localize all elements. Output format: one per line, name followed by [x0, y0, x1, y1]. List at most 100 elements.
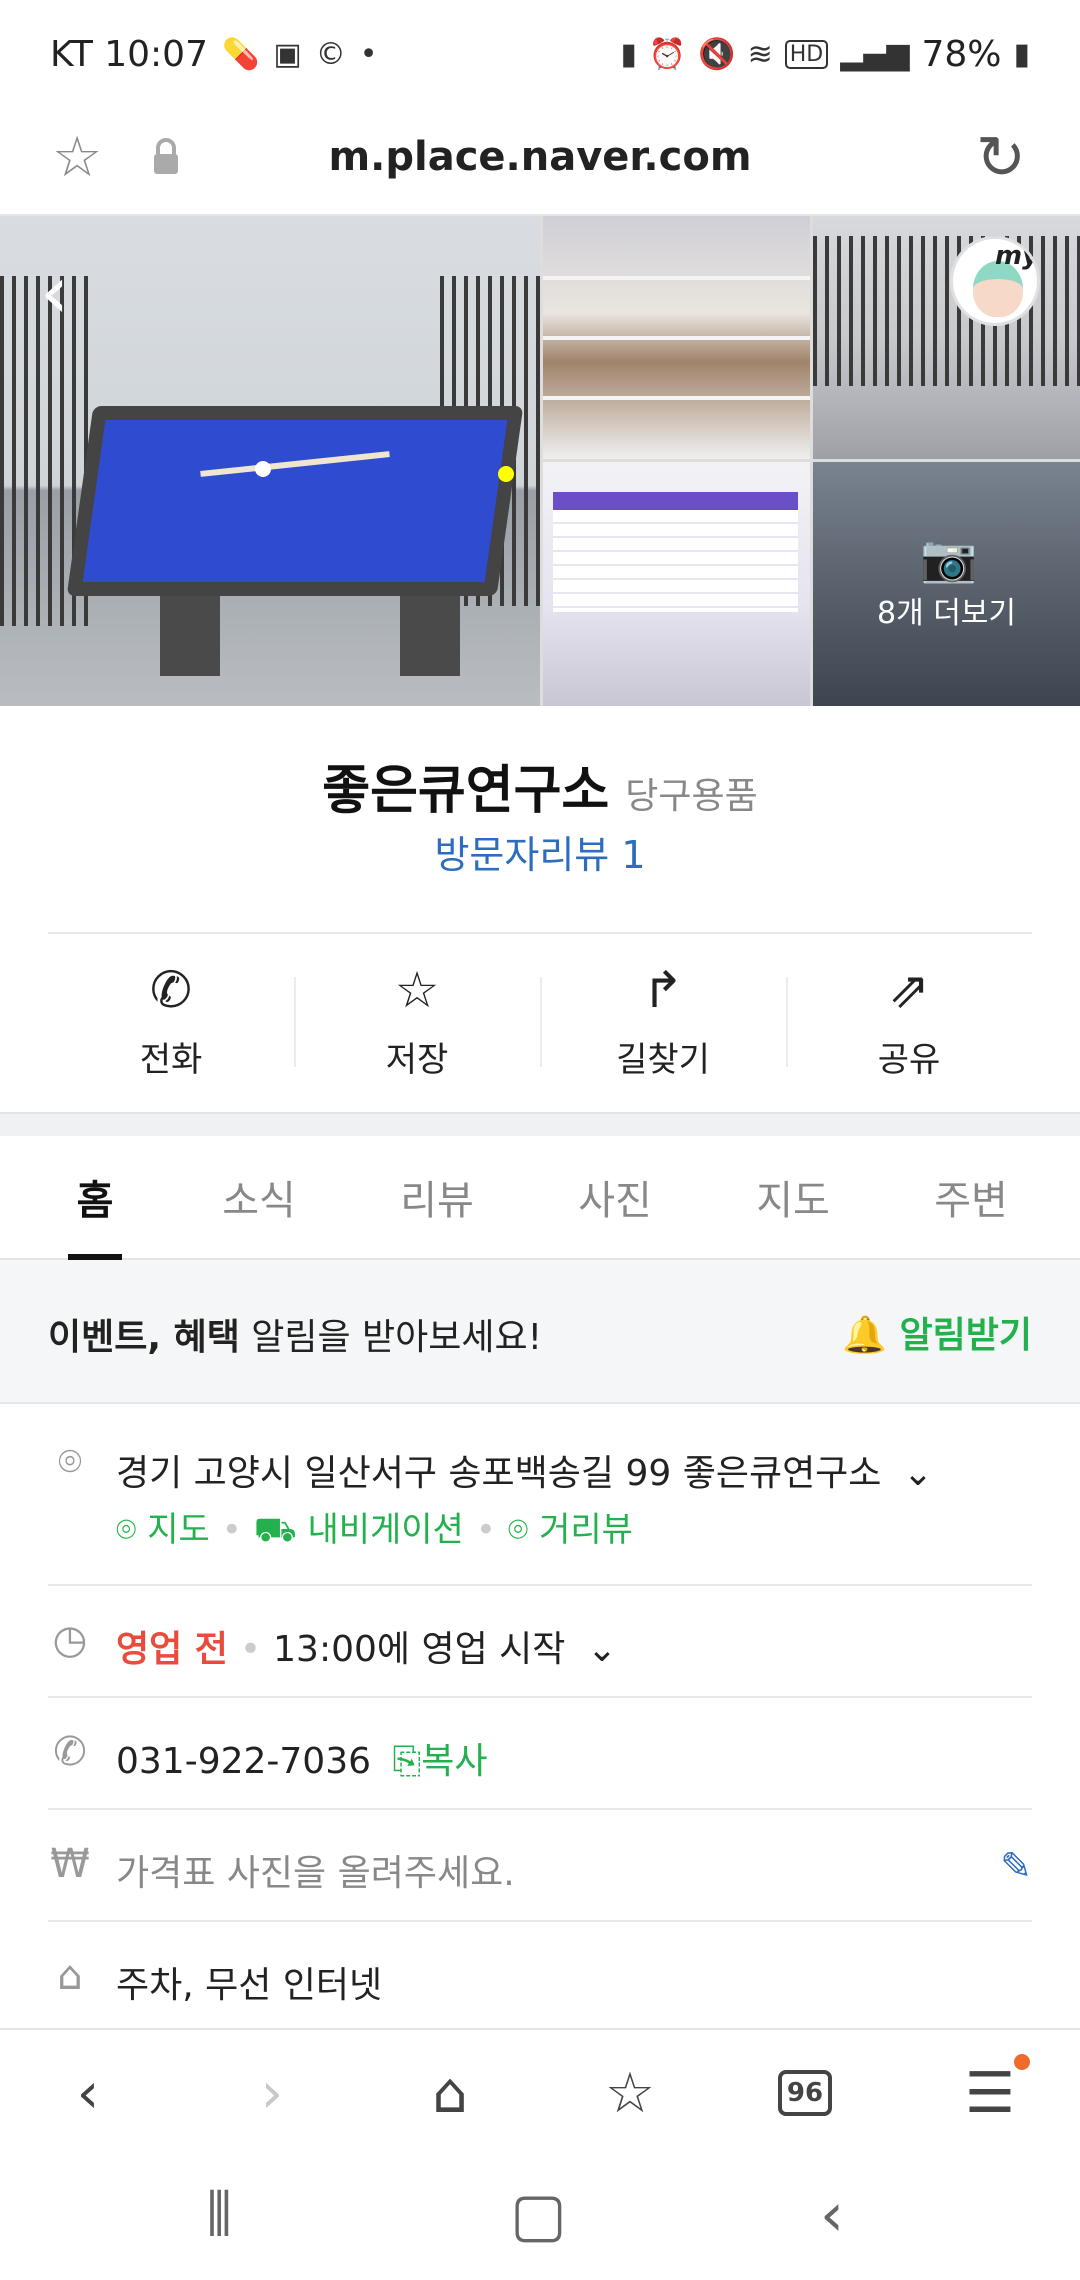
amenities-text: 주차, 무선 인터넷: [116, 1965, 383, 2006]
phone-number[interactable]: 031-922-7036: [116, 1741, 371, 1782]
phone-outline-icon: ✆: [53, 1729, 87, 1775]
action-label: 저장: [385, 1040, 449, 1080]
tab-bar: 홈 소식 리뷰 사진 지도 주변: [0, 1136, 1080, 1260]
price-sheet: [553, 492, 798, 612]
shelf-line: [543, 336, 810, 340]
separator-dot: •: [221, 1510, 242, 1550]
action-label: 길찾기: [616, 1040, 710, 1080]
notification-dot: [1014, 2054, 1030, 2070]
cue-ball: [255, 461, 271, 477]
recent-apps-icon[interactable]: ⦀: [206, 2180, 232, 2250]
subscribe-alert-button[interactable]: 🔔 알림받기: [842, 1306, 1032, 1358]
place-header: 좋은큐연구소 당구용품 방문자리뷰 1: [0, 706, 1080, 932]
browser-forward-icon[interactable]: ›: [232, 2062, 312, 2126]
amenities-row: ⌂ 주차, 무선 인터넷: [0, 1922, 1080, 2028]
gallery-photo-4[interactable]: [543, 462, 810, 706]
more-photos-button[interactable]: 8개 더보기: [813, 588, 1080, 632]
chevron-down-icon: ⌄: [586, 1629, 617, 1670]
address-row: ⌾ 경기 고양시 일산서구 송포백송길 99 좋은큐연구소 ⌄ ⌾ 지도 • ⛟ 내…: [0, 1404, 1080, 1586]
map-pin-icon: ⌾: [116, 1510, 137, 1550]
back-arrow-icon[interactable]: ‹: [40, 256, 69, 328]
billiard-table: [66, 406, 524, 596]
tab-news[interactable]: 소식: [184, 1168, 334, 1226]
bookmarks-icon[interactable]: ☆: [590, 2062, 670, 2126]
place-category: 당구용품: [625, 776, 758, 817]
mute-icon: 🔇: [698, 36, 736, 72]
action-bar: ✆ 전화 ☆ 저장 ↱ 길찾기 ⇗ 공유: [48, 932, 1032, 1112]
status-time: KT 10:07: [50, 33, 208, 75]
url-text[interactable]: m.place.naver.com: [0, 134, 1080, 180]
browser-toolbar: ‹ › ⌂ ☆ 96 ☰: [0, 2028, 1080, 2158]
separator-dot: •: [475, 1510, 496, 1550]
system-navigation-bar: ⦀ ▢ ‹: [0, 2158, 1080, 2280]
address-links: ⌾ 지도 • ⛟ 내비게이션 • ⌾ 거리뷰: [116, 1502, 633, 1555]
visitor-review-link[interactable]: 방문자리뷰 1: [0, 824, 1080, 879]
home-button-icon[interactable]: ▢: [510, 2180, 567, 2250]
hd-icon: HD: [784, 39, 829, 69]
copy-button[interactable]: ⎘복사: [392, 1741, 487, 1782]
signal-icon: ▂▄▆: [840, 36, 910, 72]
streetview-pin-icon: ⌾: [507, 1510, 529, 1550]
tab-nearby[interactable]: 주변: [896, 1168, 1046, 1226]
tab-home[interactable]: 홈: [20, 1168, 170, 1226]
copy-icon: ⎘: [392, 1741, 422, 1782]
notification-bold-text: 이벤트, 혜택: [48, 1317, 240, 1358]
notification-banner: 이벤트, 혜택 알림을 받아보세요! 🔔 알림받기: [0, 1260, 1080, 1404]
call-button[interactable]: ✆ 전화: [48, 932, 294, 1112]
battery-percent: 78%: [921, 33, 1002, 75]
save-button[interactable]: ☆ 저장: [294, 932, 540, 1112]
place-name: 좋은큐연구소: [322, 761, 610, 821]
share-button[interactable]: ⇗ 공유: [786, 932, 1032, 1112]
gallery-photo-2[interactable]: [543, 216, 810, 459]
price-placeholder: 가격표 사진을 올려주세요.: [116, 1853, 515, 1894]
phone-icon: ✆: [150, 961, 192, 1019]
cue-ball: [498, 466, 514, 482]
pill-icon: 💊: [222, 36, 260, 72]
car-icon: ⛟: [253, 1510, 297, 1550]
reload-icon[interactable]: ↻: [976, 126, 1026, 190]
map-link[interactable]: ⌾ 지도: [116, 1510, 210, 1550]
battery-saver-icon: ▮: [620, 36, 637, 72]
table-leg: [160, 596, 220, 676]
my-avatar[interactable]: my: [950, 236, 1040, 326]
action-label: 전화: [139, 1040, 203, 1080]
streetview-link-label: 거리뷰: [539, 1510, 633, 1550]
tabs-button[interactable]: 96: [778, 2070, 832, 2116]
phone-line: 031-922-7036 ⎘복사: [116, 1732, 488, 1784]
menu-icon[interactable]: ☰: [950, 2062, 1030, 2126]
url-bar: ☆ m.place.naver.com ↻: [0, 108, 1080, 216]
alarm-icon: ⏰: [648, 36, 687, 72]
address-line[interactable]: 경기 고양시 일산서구 송포백송길 99 좋은큐연구소 ⌄: [116, 1444, 933, 1496]
system-back-icon[interactable]: ‹: [820, 2180, 844, 2250]
battery-icon: ▮: [1013, 36, 1030, 72]
tab-review[interactable]: 리뷰: [362, 1168, 512, 1226]
title-line: 좋은큐연구소 당구용품: [0, 748, 1080, 823]
status-left: KT 10:07 💊 ▣ © •: [50, 34, 377, 75]
shelf-line: [543, 396, 810, 400]
map-link-label: 지도: [147, 1510, 210, 1550]
status-bar: KT 10:07 💊 ▣ © • ▮ ⏰ 🔇 ≋ HD ▂▄▆ 78% ▮: [0, 0, 1080, 108]
browser-back-icon[interactable]: ‹: [48, 2062, 128, 2126]
price-row[interactable]: ₩ 가격표 사진을 올려주세요. ✎: [0, 1810, 1080, 1922]
clock-icon: ◷: [52, 1617, 88, 1663]
star-icon: ☆: [394, 961, 440, 1019]
tab-map[interactable]: 지도: [718, 1168, 868, 1226]
notification-rest-text: 알림을 받아보세요!: [239, 1317, 543, 1358]
hours-detail: 13:00에 영업 시작: [273, 1629, 566, 1670]
hours-row[interactable]: ◷ 영업 전 • 13:00에 영업 시작 ⌄: [0, 1586, 1080, 1698]
pencil-icon[interactable]: ✎: [1000, 1844, 1032, 1888]
photo-gallery: ‹ my 📷 8개 더보기: [0, 216, 1080, 706]
directions-button[interactable]: ↱ 길찾기: [540, 932, 786, 1112]
navigation-link[interactable]: ⛟ 내비게이션: [254, 1510, 464, 1550]
bell-plus-icon: 🔔: [842, 1315, 887, 1356]
gallery-photo-3[interactable]: [813, 216, 1080, 459]
status-right: ▮ ⏰ 🔇 ≋ HD ▂▄▆ 78% ▮: [620, 34, 1030, 75]
address-text: 경기 고양시 일산서구 송포백송길 99 좋은큐연구소: [116, 1453, 882, 1494]
copy-label: 복사: [421, 1741, 488, 1782]
home-icon[interactable]: ⌂: [410, 2062, 490, 2126]
tab-photo[interactable]: 사진: [540, 1168, 690, 1226]
gallery-photo-main[interactable]: ‹: [0, 216, 540, 706]
hours-status: 영업 전: [116, 1629, 228, 1670]
location-pin-icon: ⌾: [58, 1439, 82, 1485]
streetview-link[interactable]: ⌾ 거리뷰: [508, 1510, 633, 1550]
